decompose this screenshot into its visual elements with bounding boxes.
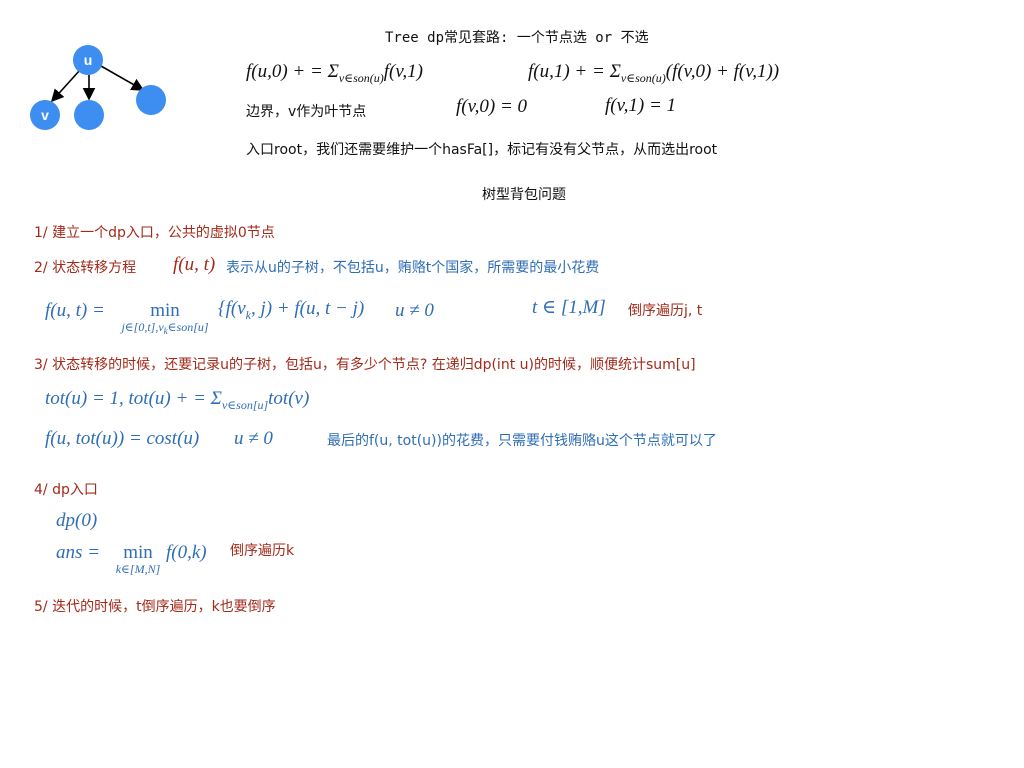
step-3: 3/ 状态转移的时候，还要记录u的子树，包括u，有多少个节点? 在递归dp(in… — [34, 357, 696, 373]
step-5: 5/ 迭代的时候，t倒序遍历，k也要倒序 — [34, 599, 276, 615]
boundary-label: 边界，v作为叶节点 — [246, 104, 367, 120]
step-2-desc: 表示从u的子树，不包括u，贿赂t个国家，所需要的最小花费 — [226, 260, 600, 276]
step-2-range: t ∈ [1,M] — [532, 297, 606, 318]
boundary-f-v-0: f(v,0) = 0 — [456, 96, 528, 117]
step-2-body: {f(vk, j) + f(u, t − j) — [218, 298, 365, 322]
step-2-func: f(u, t) — [173, 254, 216, 275]
equation-f-u-1: f(u,1) + = Σv∈son(u)(f(v,0) + f(v,1)) — [528, 61, 780, 85]
section-title: 树型背包问题 — [482, 187, 566, 203]
tree-node-middle — [74, 100, 104, 130]
step-4: 4/ dp入口 — [34, 482, 98, 498]
step-4-min: min k∈[M,N] — [115, 542, 161, 576]
step-3-note: 最后的f(u, tot(u))的花费，只需要付钱贿赂u这个节点就可以了 — [327, 433, 717, 449]
step-3-tot: tot(u) = 1, tot(u) + = Σv∈son[u]tot(v) — [45, 388, 310, 412]
step-4-dp: dp(0) — [56, 510, 98, 531]
tree-node-right — [136, 85, 166, 115]
edge-right — [100, 65, 145, 91]
tree-diagram: u v — [30, 45, 166, 130]
step-3-cond: u ≠ 0 — [234, 428, 273, 449]
tree-node-v-label: v — [41, 107, 49, 123]
step-3-cost: f(u, tot(u)) = cost(u) — [45, 428, 200, 449]
step-4-ans: ans = — [56, 542, 100, 563]
step-4-ans-tail: f(0,k) — [166, 542, 207, 563]
step-2-cond: u ≠ 0 — [395, 300, 434, 321]
step-1: 1/ 建立一个dp入口，公共的虚拟0节点 — [34, 225, 275, 241]
root-note: 入口root，我们还需要维护一个hasFa[]，标记有没有父节点，从而选出roo… — [246, 142, 718, 158]
step-2-order: 倒序遍历j, t — [628, 303, 703, 319]
equation-f-u-0: f(u,0) + = Σv∈son(u)f(v,1) — [246, 61, 423, 85]
page-title: Tree dp常见套路: 一个节点选 or 不选 — [385, 30, 649, 46]
step-2-min: min j∈[0,t],vk∈son[u] — [121, 300, 209, 336]
edge-left — [50, 69, 81, 103]
boundary-f-v-1: f(v,1) = 1 — [605, 95, 677, 116]
tree-node-u-label: u — [84, 52, 93, 68]
step-2-equation: f(u, t) = — [45, 300, 105, 321]
step-2-prefix: 2/ 状态转移方程 — [34, 260, 137, 276]
step-4-order: 倒序遍历k — [230, 543, 295, 559]
